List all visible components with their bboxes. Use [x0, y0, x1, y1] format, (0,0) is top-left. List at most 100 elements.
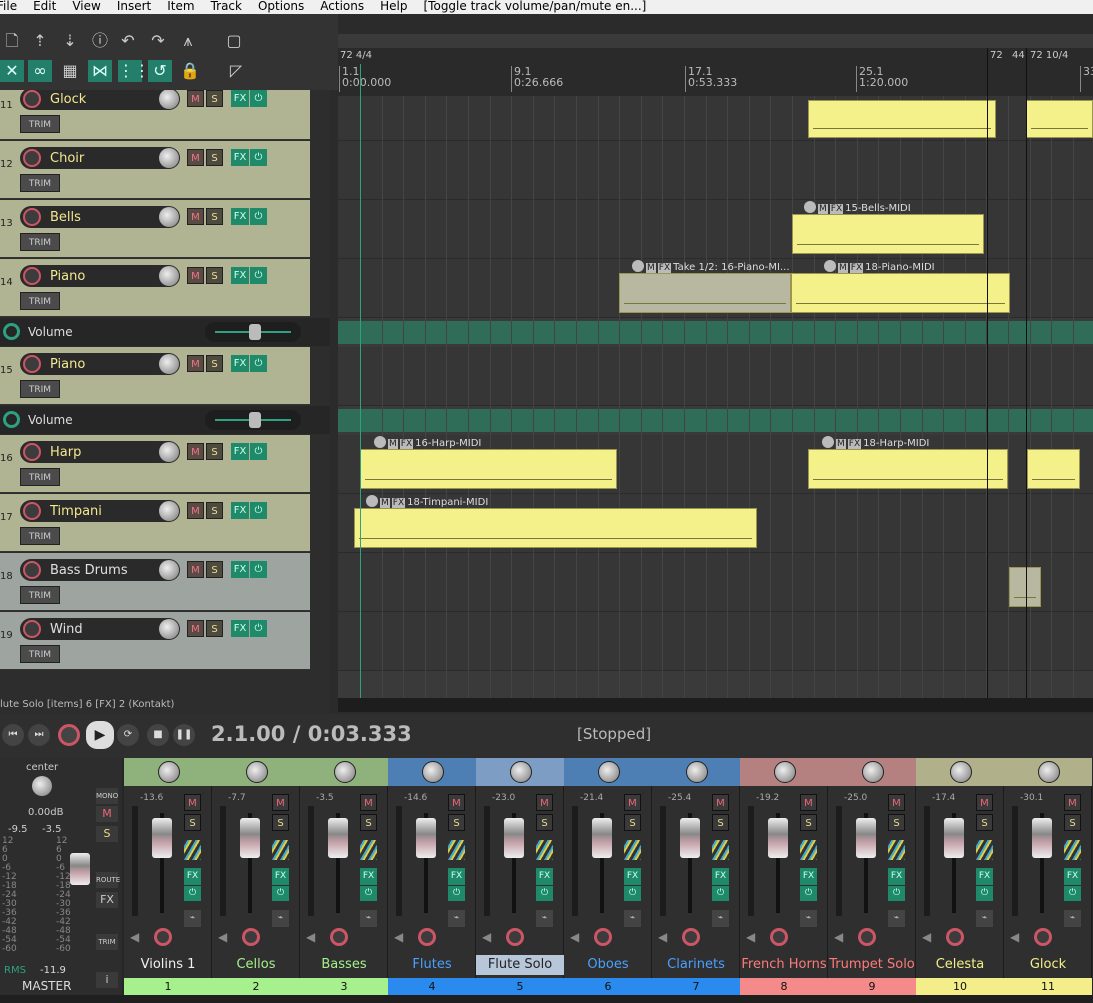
snap-grid-icon[interactable]: ⋮⋮	[118, 60, 150, 82]
pan-knob[interactable]	[686, 761, 708, 783]
fx-button[interactable]: FX	[231, 90, 249, 107]
pan-knob[interactable]	[862, 761, 884, 783]
master-i-button[interactable]: i	[96, 972, 118, 988]
record-arm-button[interactable]	[23, 90, 41, 108]
volume-fader[interactable]	[328, 818, 348, 858]
pan-knob[interactable]	[1038, 761, 1060, 783]
volume-knob[interactable]	[159, 90, 179, 109]
pan-knob[interactable]	[334, 761, 356, 783]
trim-button[interactable]: TRIM	[20, 115, 60, 133]
master-mono-button[interactable]: MONO	[96, 788, 118, 804]
ripple-icon[interactable]: ✕	[0, 60, 24, 82]
volume-fader[interactable]	[680, 818, 700, 858]
record-arm-button[interactable]	[418, 928, 436, 946]
fx-bypass-icon[interactable]: ⏻	[360, 886, 377, 901]
solo-button[interactable]: S	[448, 814, 465, 831]
fx-button[interactable]: FX	[231, 208, 249, 225]
item-label[interactable]: M FX 18-Harp-MIDI	[822, 436, 929, 449]
menu-item[interactable]: Options	[258, 0, 304, 12]
mute-button[interactable]: M	[187, 149, 204, 166]
phase-invert-icon[interactable]	[712, 840, 729, 860]
menu-item[interactable]: Track	[211, 0, 242, 12]
solo-button[interactable]: S	[272, 814, 289, 831]
master-pan-knob[interactable]	[32, 776, 52, 796]
solo-button[interactable]: S	[206, 355, 223, 372]
master-route-button[interactable]: ROUTE	[96, 872, 120, 888]
mute-button[interactable]: M	[360, 794, 377, 811]
master-fader[interactable]	[70, 853, 90, 885]
undo-icon[interactable]: ↶	[116, 30, 140, 52]
fx-button[interactable]: FX	[231, 561, 249, 578]
track-lane[interactable]	[338, 141, 1093, 200]
track-lane[interactable]	[338, 347, 1093, 406]
channel-name[interactable]: Glock	[1004, 955, 1092, 975]
envelope-icon[interactable]: ⌁	[800, 910, 817, 927]
grid-toggle-icon[interactable]: ▢	[222, 30, 246, 52]
solo-button[interactable]: S	[360, 814, 377, 831]
volume-fader[interactable]	[856, 818, 876, 858]
trim-button[interactable]: TRIM	[20, 174, 60, 192]
go-to-end-button[interactable]: ⏭	[28, 724, 50, 746]
phase-invert-icon[interactable]	[624, 840, 641, 860]
item-fx-button[interactable]: FX	[657, 263, 672, 273]
pan-knob[interactable]	[422, 761, 444, 783]
trim-button[interactable]: TRIM	[20, 292, 60, 310]
track-name-box[interactable]: Wind	[20, 618, 180, 640]
fx-bypass-icon[interactable]: ⏻	[250, 90, 267, 107]
envelope-icon[interactable]: ⌁	[1064, 910, 1081, 927]
fx-bypass-icon[interactable]: ⏻	[272, 886, 289, 901]
phase-invert-icon[interactable]	[448, 840, 465, 860]
midi-item[interactable]	[792, 214, 984, 254]
track-name-box[interactable]: Piano	[20, 265, 180, 287]
record-arm-button[interactable]	[23, 149, 41, 167]
envelope-icon[interactable]: ⌁	[712, 910, 729, 927]
channel-name[interactable]: Flute Solo	[476, 955, 564, 975]
solo-button[interactable]: S	[800, 814, 817, 831]
mute-button[interactable]: M	[448, 794, 465, 811]
item-label[interactable]: M FX Take 1/2: 16-Piano-MI...	[632, 260, 790, 273]
volume-fader[interactable]	[592, 818, 612, 858]
mute-button[interactable]: M	[624, 794, 641, 811]
mute-button[interactable]: M	[187, 561, 204, 578]
menu-item[interactable]: Insert	[117, 0, 151, 12]
item-lock-icon[interactable]	[632, 260, 644, 272]
grid-icon[interactable]: ▦	[58, 60, 82, 82]
volume-knob[interactable]	[159, 619, 179, 639]
pan-knob[interactable]	[510, 761, 532, 783]
item-label[interactable]: M FX 18-Piano-MIDI	[824, 260, 935, 273]
fx-button[interactable]: FX	[888, 868, 905, 885]
item-fx-button[interactable]: FX	[847, 439, 862, 449]
item-mute-button[interactable]: M	[380, 498, 390, 508]
fx-button[interactable]: FX	[231, 502, 249, 519]
record-arm-button[interactable]	[330, 928, 348, 946]
volume-fader[interactable]	[152, 818, 172, 858]
record-arm-button[interactable]	[242, 928, 260, 946]
phase-invert-icon[interactable]	[536, 840, 553, 860]
mute-button[interactable]: M	[187, 267, 204, 284]
trim-button[interactable]: TRIM	[20, 527, 60, 545]
track-name-box[interactable]: Timpani	[20, 500, 180, 522]
solo-button[interactable]: S	[206, 502, 223, 519]
pan-knob[interactable]	[774, 761, 796, 783]
mute-button[interactable]: M	[187, 443, 204, 460]
item-lock-icon[interactable]	[366, 495, 378, 507]
phase-invert-icon[interactable]	[800, 840, 817, 860]
mute-button[interactable]: M	[272, 794, 289, 811]
track-header[interactable]: 18 Bass Drums M S FX ⏻ TRIM	[0, 553, 310, 611]
track-header[interactable]: 19 Wind M S FX ⏻ TRIM	[0, 612, 310, 670]
track-name-box[interactable]: Glock	[20, 90, 180, 110]
midi-item[interactable]	[808, 449, 1008, 489]
fx-button[interactable]: FX	[448, 868, 465, 885]
item-lock-icon[interactable]	[822, 436, 834, 448]
mute-button[interactable]: M	[536, 794, 553, 811]
envelope-icon[interactable]: ⌁	[976, 910, 993, 927]
midi-item[interactable]	[360, 449, 617, 489]
record-arm-button[interactable]	[23, 561, 41, 579]
record-arm-button[interactable]	[770, 928, 788, 946]
track-header[interactable]: 13 Bells M S FX ⏻ TRIM	[0, 200, 310, 258]
record-arm-button[interactable]	[858, 928, 876, 946]
fx-bypass-icon[interactable]: ⏻	[976, 886, 993, 901]
channel-name[interactable]: Celesta	[916, 955, 1004, 975]
fx-button[interactable]: FX	[624, 868, 641, 885]
fx-bypass-icon[interactable]: ⏻	[250, 443, 267, 460]
